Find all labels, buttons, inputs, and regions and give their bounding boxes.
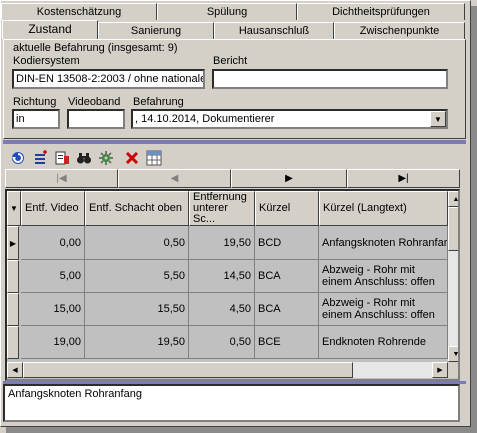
table-cell[interactable]: Endknoten Rohrende xyxy=(319,326,448,359)
videoband-label: Videoband xyxy=(68,96,121,108)
table-cell[interactable]: 5,00 xyxy=(21,260,85,293)
nav-first-button[interactable]: |◀ xyxy=(5,169,118,188)
table-cell[interactable]: 15,00 xyxy=(21,293,85,326)
kodiersystem-label: Kodiersystem xyxy=(13,55,80,67)
richtung-field[interactable]: in xyxy=(12,109,60,129)
kodiersystem-field[interactable]: DIN-EN 13508-2:2003 / ohne nationale xyxy=(12,69,205,89)
richtung-label: Richtung xyxy=(13,96,57,108)
window-shadow-right xyxy=(471,6,477,433)
prev-record-icon: ◀ xyxy=(170,173,179,184)
refresh-icon[interactable] xyxy=(8,148,28,168)
tab-zwischenpunkte[interactable]: Zwischenpunkte xyxy=(334,22,465,39)
table-cell[interactable]: 19,50 xyxy=(85,326,189,359)
table-cell[interactable]: BCA xyxy=(255,260,319,293)
nav-prev-button[interactable]: ◀ xyxy=(118,169,231,188)
videoband-field[interactable] xyxy=(67,109,125,129)
table-cell[interactable]: 0,00 xyxy=(21,226,85,260)
row-indicator[interactable] xyxy=(7,326,19,359)
first-record-icon: |◀ xyxy=(56,173,67,184)
table-cell[interactable]: 19,00 xyxy=(21,326,85,359)
data-grid[interactable]: ▼ Entf. Video Entf. Schacht oben Entfern… xyxy=(5,189,460,381)
vertical-scroll-thumb[interactable] xyxy=(448,207,458,251)
bericht-field[interactable] xyxy=(212,69,448,89)
table-cell[interactable]: 0,50 xyxy=(85,226,189,260)
table-cell[interactable]: Abzweig - Rohr mit einem Anschluss: offe… xyxy=(319,260,448,293)
table-cell[interactable]: 5,50 xyxy=(85,260,189,293)
horizontal-scroll-thumb[interactable] xyxy=(23,362,353,378)
table-cell[interactable]: 4,50 xyxy=(189,293,255,326)
column-header[interactable]: Kürzel xyxy=(255,191,319,226)
befahrung-label: Befahrung xyxy=(133,96,184,108)
table-cell[interactable]: BCE xyxy=(255,326,319,359)
befahrung-value: , 14.10.2014, Dokumentierer xyxy=(135,113,275,125)
grid-icon[interactable] xyxy=(144,148,164,168)
row-indicator[interactable] xyxy=(7,293,19,326)
main-window: Kostenschätzung Spülung Dichtheitsprüfun… xyxy=(0,0,471,427)
column-header[interactable]: Kürzel (Langtext) xyxy=(319,191,448,226)
scroll-corner xyxy=(448,362,458,378)
scroll-up-icon[interactable]: ▲ xyxy=(448,191,458,207)
tab-zustand[interactable]: Zustand xyxy=(2,20,98,39)
binoculars-icon[interactable] xyxy=(74,148,94,168)
table-cell[interactable]: BCD xyxy=(255,226,319,260)
insert-icon[interactable] xyxy=(30,148,50,168)
memo-field[interactable]: Anfangsknoten Rohranfang xyxy=(3,384,460,422)
table-cell[interactable]: Anfangsknoten Rohranfar xyxy=(319,226,448,260)
tab-sanierung[interactable]: Sanierung xyxy=(98,22,214,39)
tab-kostenschaetzung[interactable]: Kostenschätzung xyxy=(1,3,157,20)
tab-dichtheitspruefungen[interactable]: Dichtheitsprüfungen xyxy=(297,3,465,20)
column-header[interactable]: Entfernung unterer Sc... xyxy=(189,191,255,226)
nav-last-button[interactable]: ▶| xyxy=(347,169,460,188)
last-record-icon: ▶| xyxy=(398,173,409,184)
table-cell[interactable]: BCA xyxy=(255,293,319,326)
edit-icon[interactable] xyxy=(52,148,72,168)
scroll-left-icon[interactable]: ◀ xyxy=(7,362,23,378)
delete-icon[interactable] xyxy=(122,148,142,168)
settings-icon[interactable] xyxy=(96,148,116,168)
header-indicator[interactable]: ▼ xyxy=(7,191,21,226)
nav-next-button[interactable]: ▶ xyxy=(231,169,347,188)
group-label: aktuelle Befahrung (insgesamt: 9) xyxy=(13,42,178,54)
table-cell[interactable]: 14,50 xyxy=(189,260,255,293)
column-header[interactable]: Entf. Schacht oben xyxy=(85,191,189,226)
vertical-scrollbar[interactable]: ▲ ▼ xyxy=(448,191,458,362)
separator-bar xyxy=(3,140,466,144)
horizontal-scrollbar[interactable]: ◀ ▶ xyxy=(7,362,448,378)
next-record-icon: ▶ xyxy=(285,173,293,184)
bericht-label: Bericht xyxy=(213,55,248,67)
table-cell[interactable]: 0,50 xyxy=(189,326,255,359)
current-row-icon[interactable]: ▶ xyxy=(7,226,19,260)
window-shadow-bottom xyxy=(6,427,477,433)
chevron-down-icon[interactable]: ▼ xyxy=(430,111,446,127)
befahrung-select[interactable]: , 14.10.2014, Dokumentierer ▼ xyxy=(131,109,448,129)
table-cell[interactable]: 15,50 xyxy=(85,293,189,326)
tab-spuelung[interactable]: Spülung xyxy=(157,3,297,20)
table-cell[interactable]: 19,50 xyxy=(189,226,255,260)
column-header[interactable]: Entf. Video xyxy=(21,191,85,226)
scroll-down-icon[interactable]: ▼ xyxy=(448,346,458,362)
table-cell[interactable]: Abzweig - Rohr mit einem Anschluss: offe… xyxy=(319,293,448,326)
tab-hausanschluss[interactable]: Hausanschluß xyxy=(214,22,334,39)
scroll-right-icon[interactable]: ▶ xyxy=(432,362,448,378)
row-indicator[interactable] xyxy=(7,260,19,293)
